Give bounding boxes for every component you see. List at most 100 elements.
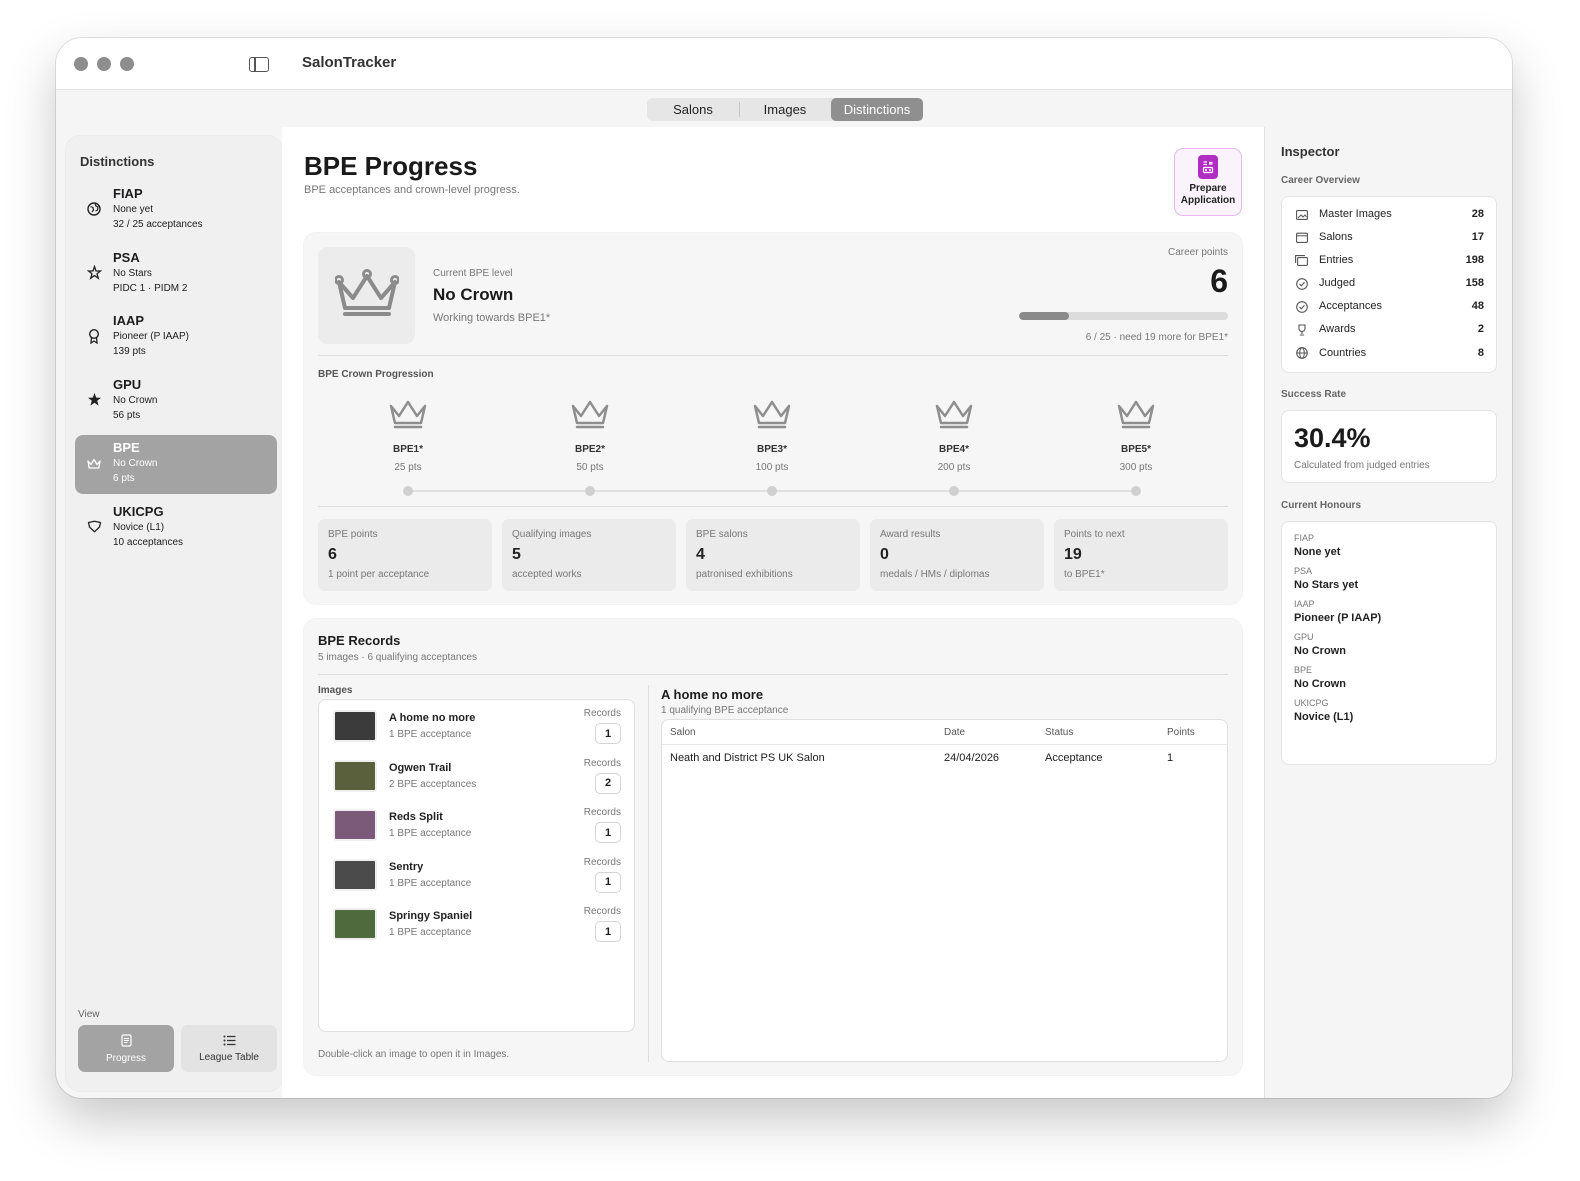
stat-label: Award results bbox=[880, 529, 941, 540]
stat-note: medals / HMs / diplomas bbox=[880, 569, 990, 580]
zoom-window-button[interactable] bbox=[120, 57, 134, 71]
list-item[interactable]: Springy Spaniel 1 BPE acceptance Records… bbox=[319, 898, 634, 948]
honour-value: Novice (L1) bbox=[1294, 711, 1354, 723]
success-rate-value: 30.4% bbox=[1294, 423, 1371, 453]
sidebar-item-name: UKICPG bbox=[113, 503, 164, 519]
sidebar-item-name: BPE bbox=[113, 440, 140, 455]
table-header: Salon Date Status Points bbox=[662, 720, 1227, 745]
table-row[interactable]: Neath and District PS UK Salon 24/04/202… bbox=[662, 746, 1227, 770]
tab-salons[interactable]: Salons bbox=[647, 98, 739, 121]
sidebar-item-bpe[interactable]: BPE No Crown 6 pts bbox=[75, 435, 277, 494]
career-overview-label: Career Overview bbox=[1281, 175, 1360, 186]
overview-row-acceptances: Acceptances 48 bbox=[1282, 295, 1496, 318]
star-sparkle-icon bbox=[86, 265, 102, 281]
page-title: BPE Progress bbox=[304, 151, 478, 181]
list-item[interactable]: A home no more 1 BPE acceptance Records … bbox=[319, 700, 634, 750]
overview-label: Countries bbox=[1319, 346, 1367, 359]
honour-name: FIAP bbox=[1294, 533, 1315, 543]
records-subtitle: 5 images · 6 qualifying acceptances bbox=[318, 652, 477, 663]
overview-row-awards: Awards 2 bbox=[1282, 318, 1496, 341]
overview-row-entries: Entries 198 bbox=[1282, 249, 1496, 272]
crown-step-name: BPE1* bbox=[392, 444, 423, 455]
check-circle-icon bbox=[1295, 277, 1308, 290]
progress-view-button[interactable]: Progress bbox=[78, 1025, 174, 1072]
crown-icon bbox=[333, 268, 400, 323]
stat-note: patronised exhibitions bbox=[696, 569, 793, 580]
cell-status: Acceptance bbox=[1045, 752, 1103, 764]
image-name: Sentry bbox=[389, 860, 424, 873]
column-header-date[interactable]: Date bbox=[944, 727, 965, 738]
overview-value: 17 bbox=[1471, 231, 1484, 244]
sidebar-toggle-icon[interactable] bbox=[249, 57, 269, 72]
records-label: Records bbox=[583, 906, 621, 917]
stat-qualifying-images: Qualifying images 5 accepted works bbox=[502, 519, 676, 591]
overview-row-salons: Salons 17 bbox=[1282, 226, 1496, 249]
app-title: SalonTracker bbox=[302, 54, 397, 71]
image-acceptances: 1 BPE acceptance bbox=[389, 828, 472, 839]
overview-value: 48 bbox=[1471, 300, 1484, 313]
success-rate-box: 30.4% Calculated from judged entries bbox=[1281, 410, 1497, 483]
tab-distinctions[interactable]: Distinctions bbox=[831, 98, 923, 121]
image-name: Springy Spaniel bbox=[389, 910, 473, 922]
list-item[interactable]: Reds Split 1 BPE acceptance Records 1 bbox=[319, 799, 634, 849]
globe-icon bbox=[86, 201, 102, 217]
crown-step-name: BPE3* bbox=[756, 444, 787, 455]
sidebar-item-name: PSA bbox=[113, 249, 140, 265]
stat-bpe-salons: BPE salons 4 patronised exhibitions bbox=[686, 519, 860, 591]
column-header-salon[interactable]: Salon bbox=[670, 727, 696, 738]
close-window-button[interactable] bbox=[74, 57, 88, 71]
current-level-label: Current BPE level bbox=[433, 268, 513, 279]
stats-row: BPE points 6 1 point per acceptance Qual… bbox=[318, 519, 1228, 591]
league-table-view-label: League Table bbox=[199, 1051, 259, 1063]
photo-icon bbox=[1295, 208, 1308, 221]
stat-value: 5 bbox=[512, 546, 521, 563]
sidebar-heading: Distinctions bbox=[80, 154, 155, 169]
current-honours-label: Current Honours bbox=[1281, 500, 1361, 511]
records-count: 2 bbox=[595, 772, 621, 794]
minimize-window-button[interactable] bbox=[97, 57, 111, 71]
records-title: BPE Records bbox=[318, 633, 401, 648]
sidebar-item-detail: 6 pts bbox=[113, 473, 135, 484]
overview-label: Salons bbox=[1319, 231, 1353, 244]
crown-step-marker bbox=[585, 486, 595, 496]
sidebar-item-ukicpg[interactable]: UKICPG Novice (L1) 10 acceptances bbox=[75, 499, 277, 558]
acceptances-table: Salon Date Status Points Neath and Distr… bbox=[661, 719, 1228, 1062]
inspector-panel: Inspector Career Overview Master Images … bbox=[1264, 127, 1512, 1098]
crown-step-bpe3: BPE3* 100 pts bbox=[722, 397, 822, 473]
main-content: BPE Progress BPE acceptances and crown-l… bbox=[282, 127, 1264, 1098]
honour-name: PSA bbox=[1294, 566, 1313, 576]
crown-icon bbox=[388, 400, 428, 433]
divider bbox=[318, 506, 1228, 507]
sidebar: Distinctions FIAP None yet 32 / 25 accep… bbox=[66, 136, 282, 1091]
images-hint: Double-click an image to open it in Imag… bbox=[318, 1049, 510, 1060]
crown-step-bpe2: BPE2* 50 pts bbox=[540, 397, 640, 473]
tab-images[interactable]: Images bbox=[739, 98, 831, 121]
honour-bpe: BPE No Crown bbox=[1282, 665, 1496, 690]
column-header-points[interactable]: Points bbox=[1167, 727, 1195, 738]
career-points-value: 6 bbox=[1210, 263, 1228, 299]
sidebar-item-iaap[interactable]: IAAP Pioneer (P IAAP) 139 pts bbox=[75, 308, 277, 367]
league-table-view-button[interactable]: League Table bbox=[181, 1025, 277, 1072]
crown-step-marker bbox=[949, 486, 959, 496]
list-item[interactable]: Ogwen Trail 2 BPE acceptances Records 2 bbox=[319, 750, 634, 800]
honour-name: UKICPG bbox=[1294, 698, 1329, 708]
career-progress-bar bbox=[1019, 312, 1228, 320]
crown-step-points: 50 pts bbox=[576, 462, 604, 473]
prepare-application-button[interactable]: Prepare Application bbox=[1174, 148, 1242, 216]
sidebar-item-name: IAAP bbox=[113, 313, 145, 328]
progress-view-label: Progress bbox=[105, 1052, 146, 1064]
honour-name: IAAP bbox=[1294, 599, 1315, 609]
list-item[interactable]: Sentry 1 BPE acceptance Records 1 bbox=[319, 849, 634, 899]
sidebar-item-status: No Crown bbox=[113, 458, 158, 469]
image-thumbnail bbox=[333, 809, 377, 841]
sidebar-item-fiap[interactable]: FIAP None yet 32 / 25 acceptances bbox=[75, 181, 277, 240]
column-header-status[interactable]: Status bbox=[1045, 727, 1073, 738]
inspector-title: Inspector bbox=[1281, 144, 1340, 159]
images-list: A home no more 1 BPE acceptance Records … bbox=[318, 699, 635, 1032]
records-label: Records bbox=[583, 856, 621, 868]
sidebar-item-gpu[interactable]: GPU No Crown 56 pts bbox=[75, 372, 277, 431]
stat-award-results: Award results 0 medals / HMs / diplomas bbox=[870, 519, 1044, 591]
crown-step-points: 200 pts bbox=[937, 462, 971, 473]
sidebar-item-psa[interactable]: PSA No Stars PIDC 1 · PIDM 2 bbox=[75, 245, 277, 304]
page-subtitle: BPE acceptances and crown-level progress… bbox=[304, 184, 520, 196]
